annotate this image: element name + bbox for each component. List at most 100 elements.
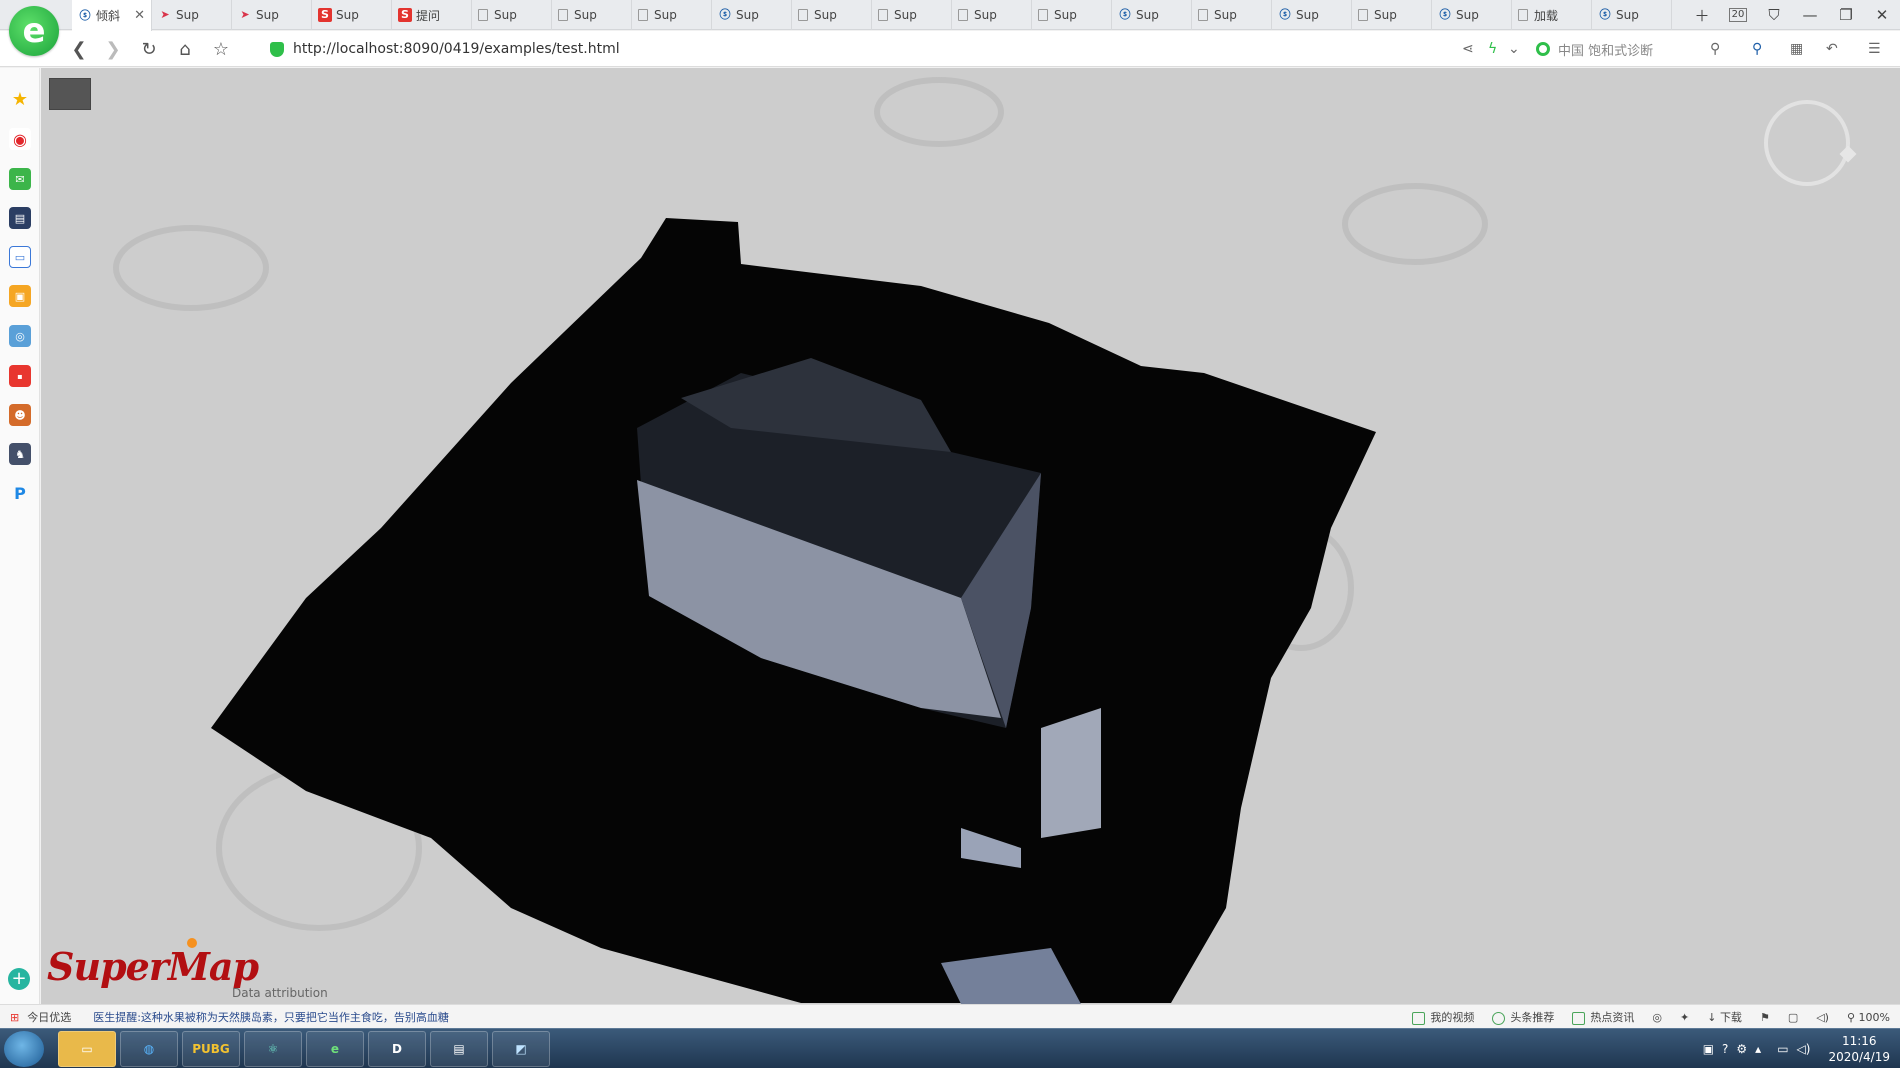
tab[interactable]: Sup xyxy=(952,0,1032,30)
network-icon[interactable]: ▭ xyxy=(1777,1042,1788,1056)
novel-app-icon[interactable]: ▣ xyxy=(9,285,31,307)
tab-label: Sup xyxy=(894,8,917,22)
browser-logo-icon[interactable]: e xyxy=(9,6,59,56)
magnifier-icon[interactable]: ⚲ xyxy=(1752,37,1762,61)
browser-icon[interactable]: ◍ xyxy=(120,1031,178,1067)
pubg-icon[interactable]: PUBG xyxy=(182,1031,240,1067)
tab[interactable]: Sup xyxy=(1192,0,1272,30)
start-button[interactable] xyxy=(4,1031,44,1067)
pin-icon[interactable]: ✦ xyxy=(1680,1011,1689,1024)
d-app-icon[interactable]: D xyxy=(368,1031,426,1067)
lightning-icon[interactable]: ϟ xyxy=(1488,37,1497,61)
clock[interactable]: 11:16 2020/4/19 xyxy=(1828,1033,1890,1065)
game-avatar-icon[interactable]: ☻ xyxy=(9,404,31,426)
close-window-icon[interactable]: ✕ xyxy=(1864,0,1900,30)
document-icon[interactable]: ▭ xyxy=(9,246,31,268)
map-viewport[interactable]: SuperMap Data attribution xyxy=(41,68,1900,1004)
mouse-icon[interactable]: ◎ xyxy=(1652,1011,1662,1024)
shirt-icon[interactable]: ⛉ xyxy=(1756,0,1792,30)
tab[interactable]: Sup xyxy=(1032,0,1112,30)
tab-count-button[interactable]: 20 xyxy=(1720,0,1756,30)
menu-icon[interactable]: ☰ xyxy=(1868,37,1881,61)
data-attribution-link[interactable]: Data attribution xyxy=(232,986,328,1000)
tab-label: Sup xyxy=(1054,8,1077,22)
tool-app-icon[interactable]: ◩ xyxy=(492,1031,550,1067)
scene-canvas[interactable] xyxy=(41,68,1900,1004)
settings-icon[interactable]: ⚙ xyxy=(1736,1042,1747,1056)
tab-active[interactable]: ⓢ 倾斜 ✕ xyxy=(72,0,152,31)
apps-grid-icon[interactable]: ▦ xyxy=(1790,37,1803,61)
back-icon[interactable]: ❮ xyxy=(66,37,92,61)
download-button[interactable]: ↓ 下载 xyxy=(1707,1009,1742,1025)
supermap-icon: ⓢ xyxy=(79,8,91,22)
refresh-icon[interactable]: ↻ xyxy=(136,37,162,61)
game-app-icon[interactable]: ♞ xyxy=(9,443,31,465)
chevron-down-icon[interactable]: ⌄ xyxy=(1508,37,1520,61)
tab[interactable]: ⓢ Sup xyxy=(1112,0,1192,30)
tab[interactable]: 加载 xyxy=(1512,0,1592,30)
close-icon[interactable]: ✕ xyxy=(134,8,145,23)
tab-label: Sup xyxy=(494,8,517,22)
minimize-icon[interactable]: — xyxy=(1792,0,1828,30)
tab[interactable]: Sup xyxy=(632,0,712,30)
tab[interactable]: Sup xyxy=(472,0,552,30)
star-icon[interactable]: ☆ xyxy=(208,37,234,61)
ie-browser-icon[interactable]: e xyxy=(306,1031,364,1067)
today-picks[interactable]: 今日优选 xyxy=(27,1009,71,1025)
headline-recommend[interactable]: 头条推荐 xyxy=(1492,1009,1554,1025)
search-icon[interactable]: ⚲ xyxy=(1710,37,1720,61)
red-app-icon[interactable]: ▪ xyxy=(9,365,31,387)
tab[interactable]: ⓢ Sup xyxy=(1432,0,1512,30)
tab-label: Sup xyxy=(1136,8,1159,22)
window-icon[interactable]: ▢ xyxy=(1788,1011,1798,1024)
supermap-icon: ⓢ xyxy=(719,8,731,21)
speaker-icon[interactable]: ◁) xyxy=(1797,1042,1811,1056)
map-tool-button[interactable] xyxy=(49,78,91,110)
tab[interactable]: ➤ Sup xyxy=(152,0,232,30)
help-icon[interactable]: ? xyxy=(1722,1042,1728,1056)
tab[interactable]: ⓢ Sup xyxy=(1272,0,1352,30)
tab[interactable]: S Sup xyxy=(312,0,392,30)
home-icon[interactable]: ⌂ xyxy=(172,37,198,61)
my-videos[interactable]: 我的视频 xyxy=(1412,1009,1474,1025)
new-tab-icon[interactable]: ＋ xyxy=(1684,0,1720,30)
tab[interactable]: ➤ Sup xyxy=(232,0,312,30)
tab[interactable]: Sup xyxy=(552,0,632,30)
add-sidebar-icon[interactable]: + xyxy=(8,968,30,990)
restore-icon[interactable]: ❐ xyxy=(1828,0,1864,30)
flag-icon[interactable]: ⚑ xyxy=(1760,1011,1770,1024)
url-field[interactable]: http://localhost:8090/0419/examples/test… xyxy=(270,36,1440,62)
gift-icon[interactable]: ⊞ xyxy=(10,1011,19,1024)
tab-label: Sup xyxy=(574,8,597,22)
atom-icon[interactable]: ⚛ xyxy=(244,1031,302,1067)
tab-label: Sup xyxy=(176,8,199,22)
tab[interactable]: Sup xyxy=(1352,0,1432,30)
news-app-icon[interactable]: ▤ xyxy=(9,207,31,229)
supermap-logo: SuperMap xyxy=(47,938,259,989)
share-icon[interactable]: ⋖ xyxy=(1462,37,1474,61)
tab[interactable]: Sup xyxy=(872,0,952,30)
volume-icon[interactable]: ◁) xyxy=(1816,1011,1829,1024)
game-app-icon[interactable]: ◎ xyxy=(9,325,31,347)
ime-icon[interactable]: ▣ xyxy=(1703,1042,1714,1056)
zoom-control[interactable]: ⚲ 100% xyxy=(1847,1011,1890,1024)
tab-label: Sup xyxy=(256,8,279,22)
tab[interactable]: S 提问 xyxy=(392,0,472,30)
tab-label: Sup xyxy=(736,8,759,22)
tab[interactable]: Sup xyxy=(792,0,872,30)
tab[interactable]: ⓢ Sup xyxy=(712,0,792,30)
file-explorer-icon[interactable]: ▭ xyxy=(58,1031,116,1067)
show-hidden-icon[interactable]: ▴ xyxy=(1755,1042,1761,1056)
weibo-icon[interactable]: ◉ xyxy=(9,128,31,150)
tab[interactable]: ⓢ Sup xyxy=(1592,0,1672,30)
mail-icon[interactable]: ✉ xyxy=(9,168,31,190)
undo-icon[interactable]: ↶ xyxy=(1826,37,1838,61)
compass-icon[interactable] xyxy=(1764,100,1850,186)
window-app-icon[interactable]: ▤ xyxy=(430,1031,488,1067)
favorites-star-icon[interactable]: ★ xyxy=(9,88,31,110)
hot-news[interactable]: 热点资讯 xyxy=(1572,1009,1634,1025)
search-field[interactable]: 中国 饱和式诊断 xyxy=(1536,36,1736,62)
news-ticker[interactable]: 医生提醒:这种水果被称为天然胰岛素，只要把它当作主食吃，告别高血糖 xyxy=(93,1009,449,1025)
forward-icon[interactable]: ❯ xyxy=(100,37,126,61)
p-app-icon[interactable]: P xyxy=(9,482,31,504)
